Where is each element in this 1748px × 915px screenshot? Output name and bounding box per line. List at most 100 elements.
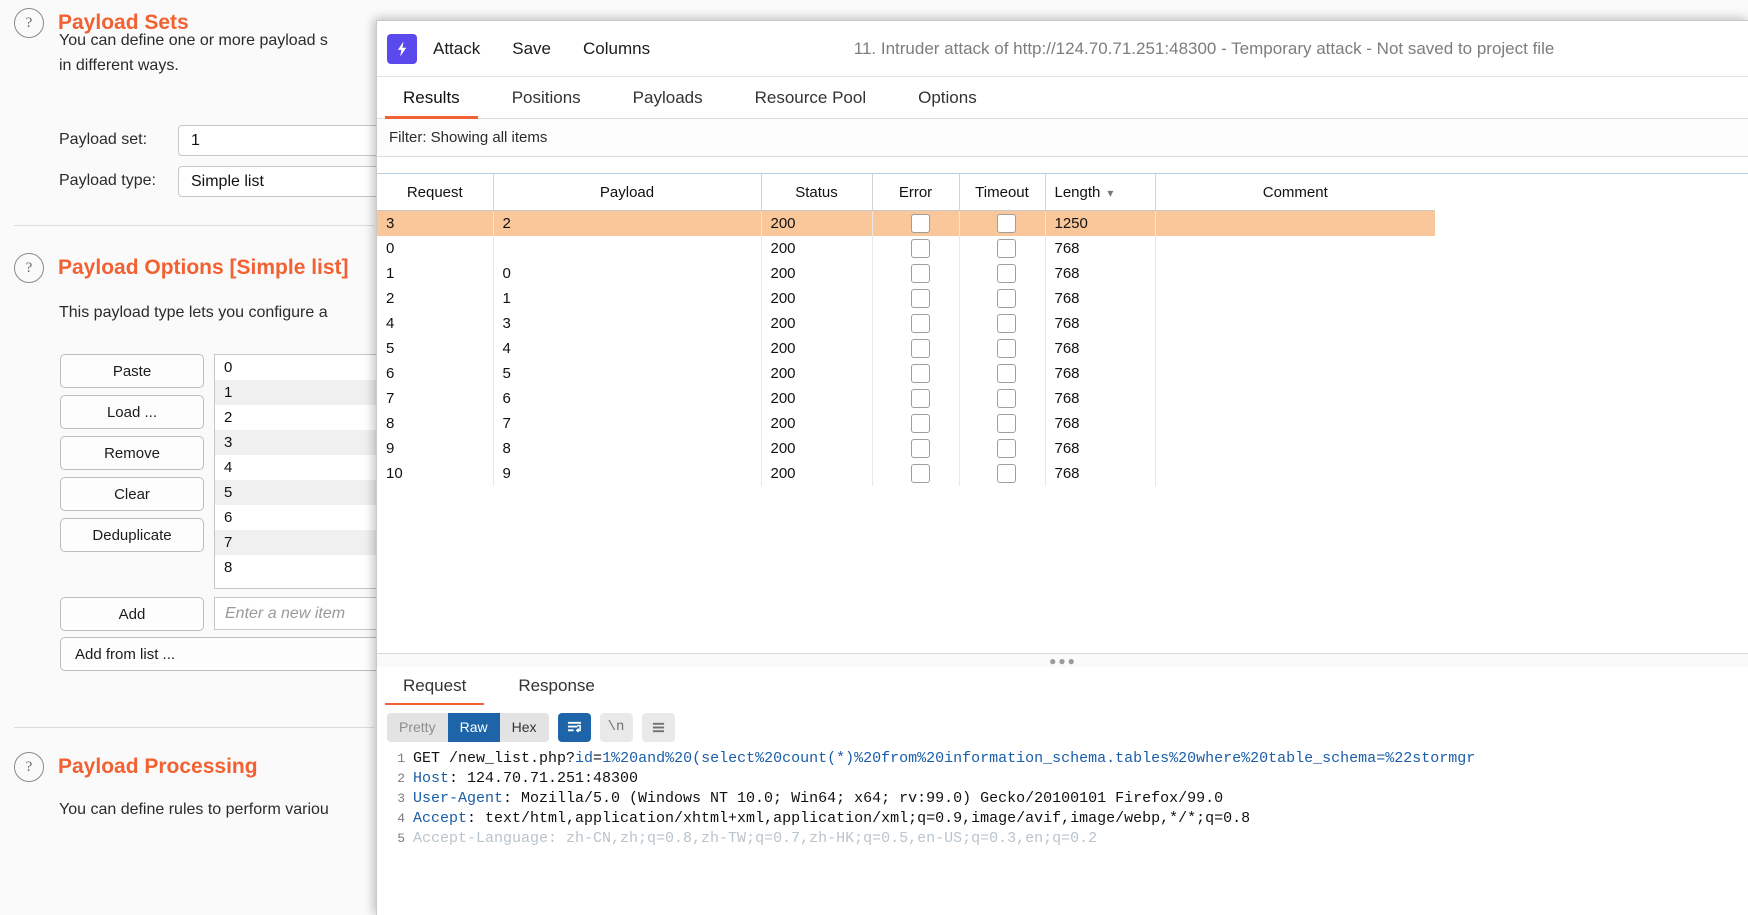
timeout-checkbox[interactable]	[997, 364, 1016, 383]
cell-status: 200	[761, 436, 873, 461]
error-checkbox[interactable]	[910, 364, 930, 383]
newline-icon[interactable]: \n	[599, 712, 633, 742]
hex-button[interactable]: Hex	[499, 712, 549, 742]
cell-comment[interactable]	[1155, 210, 1435, 236]
clear-button[interactable]: Clear	[60, 477, 204, 511]
col-header-status[interactable]: Status	[761, 174, 873, 211]
tab-resource-pool[interactable]: Resource Pool	[729, 77, 893, 118]
code-segment: : Mozilla/5.0 (Windows NT 10.0; Win64; x…	[503, 790, 1224, 807]
col-header-timeout[interactable]: Timeout	[959, 174, 1046, 211]
filter-bar[interactable]: Filter: Showing all items	[377, 119, 1748, 157]
table-row[interactable]: 10 9 200 768	[377, 461, 1435, 486]
payload-processing-title: Payload Processing	[58, 755, 258, 778]
table-row[interactable]: 7 6 200 768	[377, 386, 1435, 411]
table-row[interactable]: 8 7 200 768	[377, 411, 1435, 436]
error-checkbox[interactable]	[910, 314, 930, 333]
tab-results[interactable]: Results	[377, 77, 486, 119]
word-wrap-icon[interactable]	[557, 712, 591, 742]
cell-payload: 7	[493, 411, 762, 436]
timeout-checkbox[interactable]	[997, 239, 1016, 258]
cell-comment[interactable]	[1155, 261, 1435, 286]
paste-button[interactable]: Paste	[60, 354, 204, 388]
table-row[interactable]: 1 0 200 768	[377, 261, 1435, 286]
error-checkbox[interactable]	[910, 464, 930, 483]
timeout-checkbox[interactable]	[997, 339, 1016, 358]
cell-comment[interactable]	[1155, 361, 1435, 386]
col-header-length[interactable]: Length ▾	[1045, 174, 1156, 211]
table-row[interactable]: 0 200 768	[377, 236, 1435, 261]
col-header-payload[interactable]: Payload	[493, 174, 762, 211]
divider-2	[14, 727, 374, 728]
timeout-checkbox[interactable]	[997, 439, 1016, 458]
cell-comment[interactable]	[1155, 336, 1435, 361]
menu-columns[interactable]: Columns	[567, 39, 666, 59]
load-button[interactable]: Load ...	[60, 395, 204, 429]
cell-status: 200	[761, 386, 873, 411]
timeout-checkbox[interactable]	[997, 389, 1016, 408]
cell-length: 768	[1045, 311, 1156, 336]
tab-options[interactable]: Options	[892, 77, 1003, 118]
timeout-checkbox[interactable]	[997, 289, 1016, 308]
tab-response[interactable]: Response	[492, 667, 621, 705]
col-header-error[interactable]: Error	[872, 174, 960, 211]
tab-payloads[interactable]: Payloads	[607, 77, 729, 118]
table-row[interactable]: 3 2 200 1250	[377, 210, 1435, 236]
timeout-checkbox[interactable]	[997, 264, 1016, 283]
error-checkbox[interactable]	[910, 389, 930, 408]
table-row[interactable]: 4 3 200 768	[377, 311, 1435, 336]
help-icon-payload-options[interactable]: ?	[14, 253, 44, 283]
remove-button[interactable]: Remove	[60, 436, 204, 470]
menu-attack[interactable]: Attack	[417, 39, 496, 59]
timeout-checkbox[interactable]	[997, 464, 1016, 483]
cell-comment[interactable]	[1155, 436, 1435, 461]
timeout-checkbox[interactable]	[997, 414, 1016, 433]
payload-sets-desc-line1: You can define one or more payload s	[59, 32, 328, 49]
cell-comment[interactable]	[1155, 411, 1435, 436]
error-checkbox[interactable]	[910, 439, 930, 458]
raw-button[interactable]: Raw	[447, 712, 500, 742]
menu-save[interactable]: Save	[496, 39, 567, 59]
add-from-list-button[interactable]: Add from list ...	[60, 637, 414, 671]
table-row[interactable]: 9 8 200 768	[377, 436, 1435, 461]
table-row[interactable]: 5 4 200 768	[377, 336, 1435, 361]
cell-status: 200	[761, 261, 873, 286]
request-viewer[interactable]: 1 GET /new_list.php? id = 1%20and%20(select…	[377, 749, 1748, 915]
error-checkbox[interactable]	[910, 214, 930, 233]
hamburger-menu-icon[interactable]	[641, 712, 675, 742]
deduplicate-button[interactable]: Deduplicate	[60, 518, 204, 552]
code-line: 3 User-Agent: Mozilla/5.0 (Windows NT 10…	[377, 789, 1748, 809]
line-number: 5	[397, 831, 405, 846]
tab-request[interactable]: Request	[377, 667, 492, 706]
pretty-button[interactable]: Pretty	[387, 712, 448, 742]
error-checkbox[interactable]	[910, 414, 930, 433]
payload-type-select[interactable]: Simple list	[178, 166, 408, 197]
cell-comment[interactable]	[1155, 461, 1435, 486]
error-checkbox[interactable]	[910, 264, 930, 283]
error-checkbox[interactable]	[910, 339, 930, 358]
code-segment: GET /new_list.php?	[413, 750, 576, 767]
col-header-comment[interactable]: Comment	[1155, 174, 1435, 211]
results-table-container[interactable]: Request Payload Status Error Timeout Len…	[377, 173, 1748, 653]
cell-comment[interactable]	[1155, 236, 1435, 261]
error-checkbox[interactable]	[910, 239, 930, 258]
add-button[interactable]: Add	[60, 597, 204, 631]
col-header-request[interactable]: Request	[377, 174, 494, 211]
panel-splitter[interactable]: ●●●	[377, 653, 1748, 668]
table-row[interactable]: 2 1 200 768	[377, 286, 1435, 311]
chevron-down-icon: ▾	[1107, 185, 1114, 200]
timeout-checkbox[interactable]	[997, 314, 1016, 333]
cell-error	[872, 261, 960, 286]
cell-length: 1250	[1045, 210, 1156, 236]
payload-set-select[interactable]: 1	[178, 125, 408, 156]
cell-comment[interactable]	[1155, 386, 1435, 411]
table-row[interactable]: 6 5 200 768	[377, 361, 1435, 386]
tab-positions[interactable]: Positions	[486, 77, 607, 118]
cell-comment[interactable]	[1155, 311, 1435, 336]
cell-comment[interactable]	[1155, 286, 1435, 311]
help-icon-payload-sets[interactable]: ?	[14, 8, 44, 38]
timeout-checkbox[interactable]	[997, 214, 1016, 233]
cell-timeout	[959, 236, 1046, 261]
help-icon-payload-processing[interactable]: ?	[14, 752, 44, 782]
code-line: 2 Host: 124.70.71.251:48300	[377, 769, 1748, 789]
error-checkbox[interactable]	[910, 289, 930, 308]
